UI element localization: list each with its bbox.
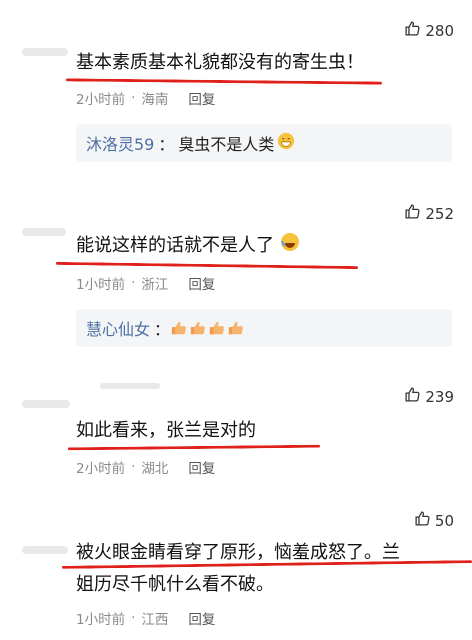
timestamp: 2小时前 xyxy=(76,92,126,108)
like-button[interactable]: 280 xyxy=(404,20,454,41)
like-button[interactable]: 239 xyxy=(404,386,454,407)
thumbs-up-emoji xyxy=(228,321,243,335)
blurred-username xyxy=(22,400,70,408)
blurred-username xyxy=(22,48,68,56)
comment-meta: 1小时前 · 浙江 回复 xyxy=(76,273,216,293)
reply-button[interactable]: 回复 xyxy=(188,88,215,108)
grinning-sweat-emoji xyxy=(277,132,295,154)
thumbs-up-emoji xyxy=(171,321,186,335)
thumbs-up-emoji xyxy=(209,321,224,335)
thumbs-up-emoji xyxy=(190,321,205,335)
thumbs-up-icon xyxy=(404,386,421,407)
location: 湖北 xyxy=(141,461,169,477)
blurred-username xyxy=(22,228,66,236)
comment-meta: 1小时前 · 江西 回复 xyxy=(76,608,216,628)
blurred-username xyxy=(100,383,160,389)
comment-text: 基本素质基本礼貌都没有的寄生虫！ xyxy=(76,52,364,73)
comment-text: 被火眼金睛看穿了原形，恼羞成怒了。兰 姐历尽千帆什么看不破。 xyxy=(76,540,466,598)
underline-annotation xyxy=(65,78,383,85)
like-count: 239 xyxy=(425,387,454,406)
like-count: 252 xyxy=(425,204,454,223)
location: 海南 xyxy=(141,92,169,108)
thumbs-up-icon xyxy=(404,203,421,224)
reply-button[interactable]: 回复 xyxy=(188,273,215,293)
laughing-tears-emoji xyxy=(280,232,300,260)
underline-annotation xyxy=(67,444,321,451)
like-button[interactable]: 50 xyxy=(414,510,454,531)
reply-text: 臭虫不是人类 xyxy=(178,135,275,154)
underline-annotation xyxy=(55,261,359,270)
comment-text-content: 能说这样的话就不是人了 xyxy=(76,235,274,256)
comment-meta: 2小时前 · 海南 回复 xyxy=(76,88,216,108)
timestamp: 1小时前 xyxy=(76,277,126,293)
comment-text: 如此看来，张兰是对的 xyxy=(76,420,256,441)
timestamp: 2小时前 xyxy=(76,461,126,477)
timestamp: 1小时前 xyxy=(76,612,126,628)
reply-preview[interactable]: 沐洛灵59 ： 臭虫不是人类 xyxy=(76,124,452,162)
thumbs-up-emoji-group xyxy=(170,319,245,337)
like-count: 50 xyxy=(434,511,454,530)
reply-author[interactable]: 沐洛灵59 xyxy=(86,131,154,155)
comment-meta: 2小时前 · 湖北 回复 xyxy=(76,457,216,477)
thumbs-up-icon xyxy=(404,20,421,41)
comment-text: 能说这样的话就不是人了 xyxy=(76,232,300,260)
location: 浙江 xyxy=(141,277,169,293)
like-count: 280 xyxy=(425,21,454,40)
reply-author[interactable]: 慧心仙女 xyxy=(86,316,150,340)
reply-button[interactable]: 回复 xyxy=(188,457,215,477)
thumbs-up-icon xyxy=(414,510,431,531)
location: 江西 xyxy=(141,612,169,628)
blurred-username xyxy=(22,546,68,554)
comment-text-line: 姐历尽千帆什么看不破。 xyxy=(76,574,274,595)
like-button[interactable]: 252 xyxy=(404,203,454,224)
reply-button[interactable]: 回复 xyxy=(188,608,215,628)
reply-preview[interactable]: 慧心仙女 ： xyxy=(76,309,452,347)
